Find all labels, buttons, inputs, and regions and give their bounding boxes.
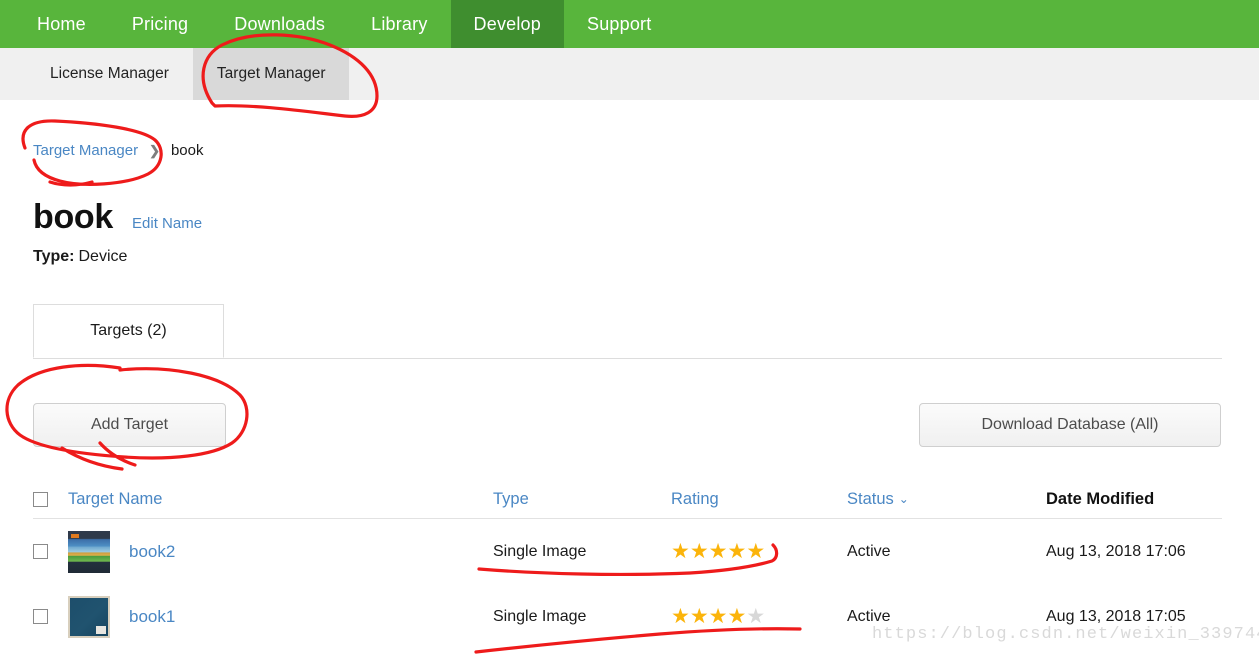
status-value: Active xyxy=(847,607,891,625)
nav-item-develop[interactable]: Develop xyxy=(450,0,564,48)
watermark-text: https://blog.csdn.net/weixin_33974429 xyxy=(872,625,1259,644)
star-icon: ★ xyxy=(708,540,728,563)
download-database-button[interactable]: Download Database (All) xyxy=(919,403,1221,447)
subnav-item-target-manager[interactable]: Target Manager xyxy=(192,48,350,100)
type-value: Device xyxy=(78,248,128,265)
column-header-type[interactable]: Type xyxy=(493,490,529,508)
select-all-checkbox[interactable] xyxy=(33,491,48,507)
breadcrumb-link-target-manager[interactable]: Target Manager xyxy=(33,142,138,159)
column-header-status[interactable]: Status xyxy=(847,490,894,508)
page-content: Target Manager ❯ book book Edit Name Typ… xyxy=(0,100,1259,654)
breadcrumb-separator-icon: ❯ xyxy=(149,142,160,158)
table-header-row: Target Name Type Rating Status ⌄ Date Mod… xyxy=(33,480,1222,519)
type-label: Type: xyxy=(33,248,75,265)
status-value: Active xyxy=(847,542,891,560)
star-icon: ★ xyxy=(746,540,766,563)
star-icon: ★ xyxy=(708,605,728,628)
star-icon: ★ xyxy=(689,605,709,628)
star-icon: ★ xyxy=(727,605,747,628)
nav-item-home[interactable]: Home xyxy=(14,0,109,48)
book2-thumbnail[interactable] xyxy=(68,530,110,573)
breadcrumb: Target Manager ❯ book xyxy=(33,142,204,159)
column-header-rating[interactable]: Rating xyxy=(671,490,719,508)
row-select-cell xyxy=(33,609,68,624)
nav-item-pricing[interactable]: Pricing xyxy=(109,0,211,48)
date-modified-value: Aug 13, 2018 17:06 xyxy=(1046,542,1186,560)
rating-stars: ★ ★ ★ ★ ★ xyxy=(671,606,847,627)
star-icon: ★ xyxy=(671,605,690,628)
column-header-target-name[interactable]: Target Name xyxy=(68,490,162,509)
nav-item-downloads[interactable]: Downloads xyxy=(211,0,348,48)
target-name-link[interactable]: book1 xyxy=(129,607,175,627)
row-checkbox[interactable] xyxy=(33,544,48,559)
targets-table: Target Name Type Rating Status ⌄ Date Mod… xyxy=(33,480,1222,649)
column-header-date-modified[interactable]: Date Modified xyxy=(1046,490,1154,508)
add-target-button[interactable]: Add Target xyxy=(33,403,226,447)
star-icon: ★ xyxy=(671,540,690,563)
book1-thumbnail[interactable] xyxy=(68,595,110,638)
page-title: book xyxy=(33,198,114,236)
edit-name-link[interactable]: Edit Name xyxy=(132,215,202,232)
target-name-link[interactable]: book2 xyxy=(129,542,175,562)
date-modified-value: Aug 13, 2018 17:05 xyxy=(1046,607,1186,625)
table-row[interactable]: book2 Single Image ★ ★ ★ ★ ★ Active Aug … xyxy=(33,519,1222,584)
secondary-navigation-bar: License Manager Target Manager xyxy=(0,48,1259,100)
chevron-down-icon[interactable]: ⌄ xyxy=(899,492,909,506)
star-icon-empty: ★ xyxy=(746,605,766,628)
nav-item-library[interactable]: Library xyxy=(348,0,450,48)
tab-targets[interactable]: Targets (2) xyxy=(33,304,224,358)
page-title-row: book Edit Name xyxy=(33,198,202,237)
main-navigation-bar: Home Pricing Downloads Library Develop S… xyxy=(0,0,1259,48)
star-icon: ★ xyxy=(689,540,709,563)
rating-stars: ★ ★ ★ ★ ★ xyxy=(671,541,847,562)
star-icon: ★ xyxy=(727,540,747,563)
select-all-cell xyxy=(33,491,68,507)
breadcrumb-current: book xyxy=(170,142,204,159)
subnav-item-license-manager[interactable]: License Manager xyxy=(26,48,193,100)
target-type-row: Type: Device xyxy=(33,248,127,266)
row-select-cell xyxy=(33,544,68,559)
nav-item-support[interactable]: Support xyxy=(564,0,674,48)
target-type: Single Image xyxy=(493,607,587,625)
tab-strip: Targets (2) xyxy=(33,304,1222,359)
target-type: Single Image xyxy=(493,542,587,560)
row-checkbox[interactable] xyxy=(33,609,48,624)
